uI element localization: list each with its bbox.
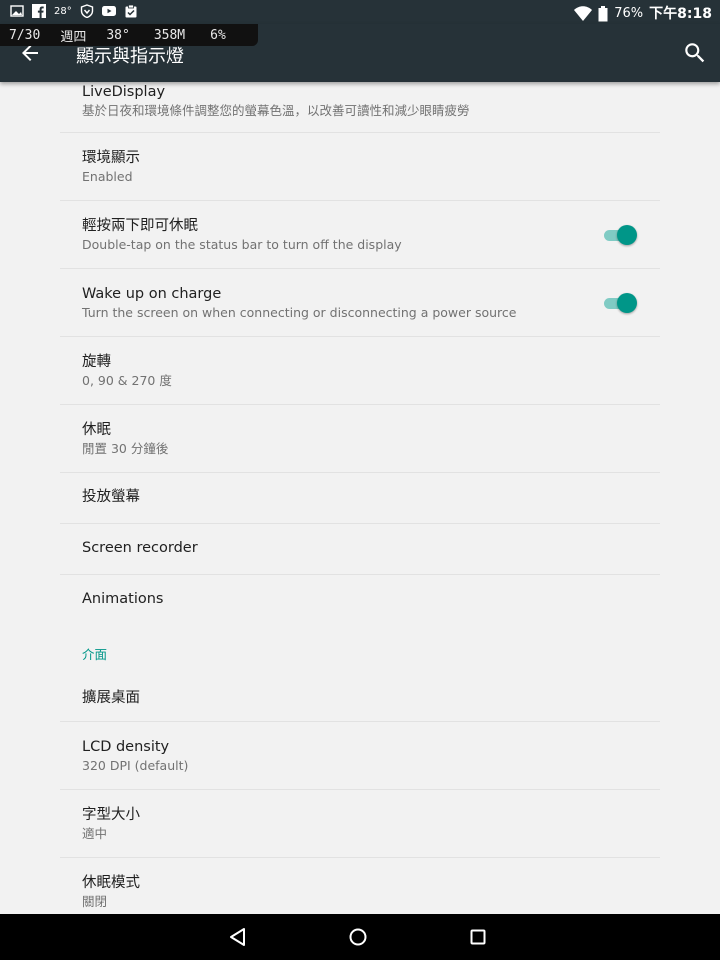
status-bar: 28° 76% 下午8:18 bbox=[0, 0, 720, 24]
setting-sleep[interactable]: 休眠 閒置 30 分鐘後 bbox=[60, 405, 660, 473]
toggle-thumb bbox=[617, 225, 637, 245]
search-button[interactable] bbox=[682, 40, 708, 66]
battery-icon bbox=[598, 6, 608, 22]
monitor-temp: 38° bbox=[106, 27, 130, 43]
setting-rotation[interactable]: 旋轉 0, 90 & 270 度 bbox=[60, 337, 660, 405]
setting-title: LCD density bbox=[82, 739, 170, 755]
setting-title: Animations bbox=[82, 591, 164, 607]
facebook-icon bbox=[32, 4, 46, 18]
setting-animations[interactable]: Animations bbox=[60, 575, 660, 626]
monitor-memory: 358M bbox=[153, 27, 186, 43]
setting-title: 投放螢幕 bbox=[82, 489, 140, 505]
navigation-bar bbox=[0, 914, 720, 960]
setting-title: 擴展桌面 bbox=[82, 690, 140, 706]
setting-font-size[interactable]: 字型大小 適中 bbox=[60, 790, 660, 858]
setting-title: 輕按兩下即可休眠 bbox=[82, 218, 198, 234]
setting-title: 字型大小 bbox=[82, 807, 140, 823]
shield-icon bbox=[80, 4, 94, 19]
nav-back-icon bbox=[230, 928, 245, 946]
setting-summary: 320 DPI (default) bbox=[82, 758, 189, 773]
wifi-icon bbox=[574, 6, 593, 21]
setting-cast-screen[interactable]: 投放螢幕 bbox=[60, 473, 660, 524]
setting-title: LiveDisplay bbox=[82, 84, 166, 100]
status-bar-notifications: 28° bbox=[10, 4, 138, 19]
setting-title: 休眠模式 bbox=[82, 875, 140, 891]
setting-summary: Double-tap on the status bar to turn off… bbox=[82, 237, 402, 252]
monitor-cpu: 6% bbox=[210, 27, 226, 43]
setting-summary: 基於日夜和環境條件調整您的螢幕色溫，以改善可讀性和減少眼睛疲勞 bbox=[82, 103, 470, 118]
setting-summary: 閒置 30 分鐘後 bbox=[82, 441, 169, 456]
system-monitor-overlay: 7/30 週四 38° 358M 6% bbox=[0, 24, 258, 46]
nav-recents-icon bbox=[470, 929, 486, 945]
search-icon bbox=[685, 43, 705, 63]
nav-home-button[interactable] bbox=[347, 926, 369, 948]
youtube-icon bbox=[101, 4, 116, 18]
monitor-weekday: 週四 bbox=[60, 29, 87, 45]
battery-percent: 76% bbox=[614, 5, 644, 21]
status-bar-system: 76% 下午8:18 bbox=[574, 3, 712, 23]
toggle-thumb bbox=[617, 293, 637, 313]
setting-expanded-desktop[interactable]: 擴展桌面 bbox=[60, 674, 660, 722]
setting-title: Screen recorder bbox=[82, 540, 198, 556]
setting-title: Wake up on charge bbox=[82, 286, 222, 302]
setting-summary: Turn the screen on when connecting or di… bbox=[82, 305, 517, 320]
setting-summary: Enabled bbox=[82, 169, 133, 184]
setting-wake-on-charge[interactable]: Wake up on charge Turn the screen on whe… bbox=[60, 269, 660, 337]
setting-summary: 關閉 bbox=[82, 894, 108, 909]
wake-on-charge-toggle[interactable] bbox=[602, 293, 637, 313]
setting-title: 環境顯示 bbox=[82, 150, 140, 166]
setting-lcd-density[interactable]: LCD density 320 DPI (default) bbox=[60, 722, 660, 790]
temperature-text: 28° bbox=[54, 5, 72, 17]
setting-summary: 0, 90 & 270 度 bbox=[82, 373, 172, 388]
settings-list: LiveDisplay 基於日夜和環境條件調整您的螢幕色溫，以改善可讀性和減少眼… bbox=[60, 82, 660, 926]
setting-title: 旋轉 bbox=[82, 354, 111, 370]
nav-recents-button[interactable] bbox=[467, 926, 489, 948]
setting-ambient-display[interactable]: 環境顯示 Enabled bbox=[60, 133, 660, 201]
setting-title: 休眠 bbox=[82, 422, 111, 438]
setting-livedisplay[interactable]: LiveDisplay 基於日夜和環境條件調整您的螢幕色溫，以改善可讀性和減少眼… bbox=[60, 82, 660, 133]
double-tap-sleep-toggle[interactable] bbox=[602, 225, 637, 245]
setting-screen-recorder[interactable]: Screen recorder bbox=[60, 524, 660, 575]
gallery-icon bbox=[10, 4, 24, 18]
monitor-date: 7/30 bbox=[9, 27, 41, 43]
setting-double-tap-sleep[interactable]: 輕按兩下即可休眠 Double-tap on the status bar to… bbox=[60, 201, 660, 269]
clipboard-icon bbox=[124, 4, 138, 18]
nav-back-button[interactable] bbox=[227, 926, 249, 948]
nav-home-icon bbox=[349, 928, 367, 946]
setting-summary: 適中 bbox=[82, 826, 108, 841]
category-header-interface: 介面 bbox=[82, 647, 108, 662]
status-time: 下午8:18 bbox=[649, 6, 712, 22]
